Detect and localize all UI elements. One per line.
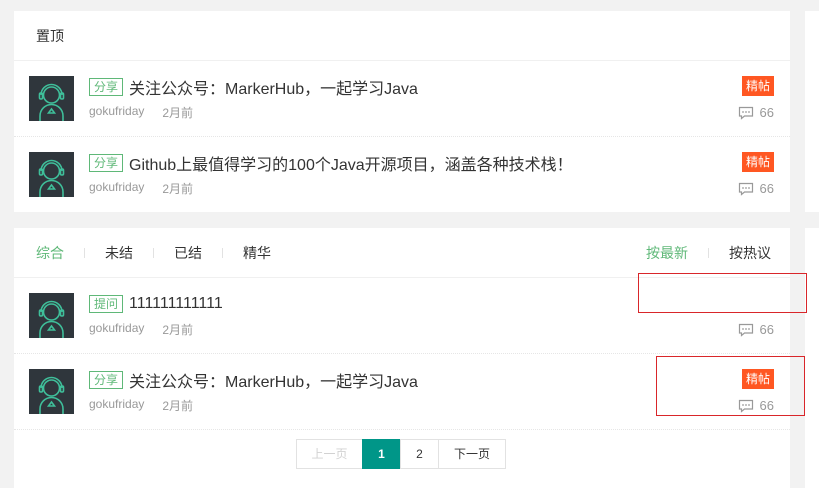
featured-badge: 精帖	[741, 76, 774, 96]
post-author[interactable]: gokufriday	[89, 180, 144, 197]
comment-count-value: 66	[759, 322, 774, 337]
filter-all[interactable]: 综合	[36, 243, 64, 263]
divider	[84, 248, 85, 258]
pinned-title: 置顶	[14, 11, 790, 61]
comment-count-value: 66	[759, 181, 774, 196]
post-time: 2月前	[162, 106, 194, 120]
avatar[interactable]	[29, 152, 74, 197]
page-2-button[interactable]: 2	[400, 439, 439, 469]
post-author[interactable]: gokufriday	[89, 397, 144, 414]
user-avatar-icon	[38, 300, 65, 338]
post-tag: 提问	[89, 295, 124, 313]
divider	[222, 248, 223, 258]
divider	[153, 248, 154, 258]
post-title-link[interactable]: Github上最值得学习的100个Java开源项目，涵盖各种技术栈！	[129, 151, 573, 175]
sort-newest[interactable]: 按最新	[646, 243, 688, 263]
post-author[interactable]: gokufriday	[89, 104, 144, 121]
filter-unsolved[interactable]: 未结	[105, 243, 133, 263]
post-tag: 分享	[89, 78, 124, 96]
comment-count: 66	[738, 181, 774, 196]
post-tag: 分享	[89, 154, 124, 172]
featured-badge: 精帖	[741, 152, 774, 172]
right-sidebar-panel-bottom	[805, 228, 819, 488]
avatar[interactable]	[29, 76, 74, 121]
filter-bar: 综合 未结 已结 精华 按最新 按热议	[14, 228, 790, 278]
post-time: 2月前	[162, 399, 194, 413]
pagination: 上一页 1 2 下一页	[296, 439, 506, 469]
filter-solved[interactable]: 已结	[174, 243, 202, 263]
user-avatar-icon	[38, 159, 65, 197]
post-title-link[interactable]: 111111111111	[129, 295, 223, 313]
post-tag: 分享	[89, 371, 124, 389]
post-author[interactable]: gokufriday	[89, 321, 144, 338]
avatar[interactable]	[29, 293, 74, 338]
right-sidebar-panel-top	[805, 11, 819, 212]
highlight-box	[638, 273, 807, 313]
pinned-panel: 置顶 分享 关注公众号：MarkerHub，一起学习Java gokufrida…	[14, 11, 790, 212]
post-time: 2月前	[162, 323, 194, 337]
prev-page-button[interactable]: 上一页	[296, 439, 363, 469]
comment-icon	[738, 323, 753, 337]
sort-hottest[interactable]: 按热议	[729, 243, 771, 263]
list-item[interactable]: 分享 Github上最值得学习的100个Java开源项目，涵盖各种技术栈！ go…	[14, 137, 790, 213]
post-title-link[interactable]: 关注公众号：MarkerHub，一起学习Java	[129, 75, 418, 99]
comment-count: 66	[738, 105, 774, 120]
list-item[interactable]: 分享 关注公众号：MarkerHub，一起学习Java gokufriday 2…	[14, 61, 790, 137]
highlight-box	[656, 356, 805, 416]
comment-count-value: 66	[759, 105, 774, 120]
user-avatar-icon	[38, 376, 65, 414]
filter-featured[interactable]: 精华	[243, 243, 271, 263]
post-time: 2月前	[162, 182, 194, 196]
post-title-link[interactable]: 关注公众号：MarkerHub，一起学习Java	[129, 368, 418, 392]
comment-count: 66	[738, 322, 774, 337]
avatar[interactable]	[29, 369, 74, 414]
page-1-button[interactable]: 1	[362, 439, 401, 469]
comment-icon	[738, 106, 753, 120]
user-avatar-icon	[38, 83, 65, 121]
comment-icon	[738, 182, 753, 196]
divider	[708, 248, 709, 258]
next-page-button[interactable]: 下一页	[438, 439, 506, 469]
